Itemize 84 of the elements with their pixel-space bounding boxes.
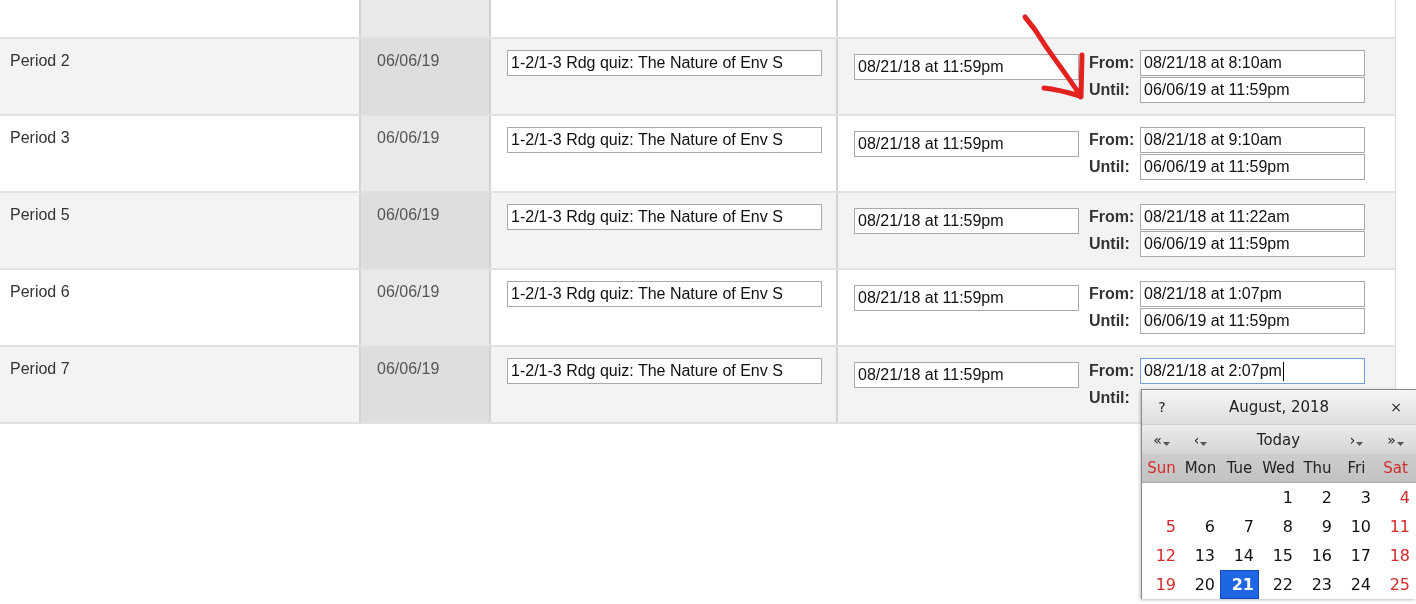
calendar-day[interactable]: 19 [1142,570,1181,599]
nav-button[interactable]: › [1349,430,1364,449]
weekday-label: Thu [1303,459,1332,477]
period-name: Period 2 [10,52,70,70]
date-cell: 06/06/19 [361,270,491,345]
calendar-day[interactable]: 9 [1298,512,1337,541]
date-field[interactable]: 08/21/18 at 8:10am [1140,50,1365,76]
calendar-day[interactable]: 20 [1181,570,1220,599]
weekday-label: Sat [1383,459,1408,477]
from-label: From: [1089,207,1136,227]
due-date-field[interactable]: 08/21/18 at 11:59pm [854,54,1079,80]
calendar-day[interactable]: 14 [1220,541,1259,570]
calendar-day[interactable]: 22 [1259,570,1298,599]
calendar-day[interactable]: 21 [1220,570,1259,599]
caret-down-icon [1162,441,1170,446]
due-date-field[interactable]: 08/21/18 at 11:59pm [854,285,1079,311]
date-field[interactable]: 08/21/18 at 2:07pm [1140,358,1365,384]
caret-down-icon [1356,441,1364,446]
due-date-field[interactable]: 08/21/18 at 11:59pm [854,208,1079,234]
weekday-label: Mon [1184,459,1217,477]
date-field[interactable]: 06/06/19 at 11:59pm [1140,231,1365,257]
date-field[interactable]: 06/06/19 at 11:59pm [1140,308,1365,334]
period-name: Period 5 [10,206,70,224]
calendar-day[interactable]: 6 [1181,512,1220,541]
date-field[interactable]: 08/21/18 at 1:07pm [1140,281,1365,307]
help-button[interactable]: ? [1158,399,1166,415]
close-button[interactable]: × [1390,399,1402,415]
period-name: Period 3 [10,129,70,147]
text-cursor-icon [1282,361,1284,381]
date-field[interactable]: 06/06/19 at 11:59pm [1140,77,1365,103]
date-field[interactable]: 08/21/18 at 9:10am [1140,127,1365,153]
calendar-day[interactable]: 11 [1376,512,1415,541]
until-label: Until: [1089,311,1131,331]
calendar-day[interactable]: 4 [1376,483,1415,512]
calendar-day[interactable]: 2 [1298,483,1337,512]
date-cell: 06/06/19 [361,347,491,422]
weekday-label: Fri [1347,459,1366,477]
nav-button[interactable]: » [1387,430,1404,449]
weekday-label: Tue [1226,459,1253,477]
until-label: Until: [1089,157,1131,177]
calendar-day[interactable]: 10 [1337,512,1376,541]
calendar-day[interactable]: 13 [1181,541,1220,570]
calendar-day[interactable]: 23 [1298,570,1337,599]
from-label: From: [1089,361,1136,381]
until-label: Until: [1089,80,1131,100]
calendar-day[interactable]: 5 [1142,512,1181,541]
calendar-day[interactable]: 12 [1142,541,1181,570]
calendar-day[interactable]: 15 [1259,541,1298,570]
title-field[interactable]: 1-2/1-3 Rdg quiz: The Nature of Env S [507,127,822,153]
caret-down-icon [1200,441,1208,446]
due-date-field[interactable]: 08/21/18 at 11:59pm [854,362,1079,388]
nav-button[interactable]: ‹ [1193,430,1208,449]
from-label: From: [1089,53,1136,73]
caret-down-icon [1396,441,1404,446]
calendar-day[interactable]: 1 [1259,483,1298,512]
until-label: Until: [1089,234,1131,254]
date-cell: 06/06/19 [361,116,491,191]
period-name: Period 6 [10,283,70,301]
calendar-day[interactable]: 7 [1220,512,1259,541]
due-date-field[interactable]: 08/21/18 at 11:59pm [854,131,1079,157]
calendar-day[interactable]: 17 [1337,541,1376,570]
date-field[interactable]: 08/21/18 at 11:22am [1140,204,1365,230]
period-name: Period 7 [10,360,70,378]
weekday-label: Sun [1147,459,1176,477]
calendar-day[interactable]: 18 [1376,541,1415,570]
calendar-day[interactable]: 3 [1337,483,1376,512]
date-cell: 06/06/19 [361,39,491,114]
date-field[interactable]: 06/06/19 at 11:59pm [1140,154,1365,180]
month-title: August, 2018 [1228,398,1330,416]
title-field[interactable]: 1-2/1-3 Rdg quiz: The Nature of Env S [507,204,822,230]
calendar-day[interactable]: 25 [1376,570,1415,599]
from-label: From: [1089,130,1136,150]
date-cell: 06/06/19 [361,193,491,268]
calendar-day[interactable]: 16 [1298,541,1337,570]
title-field[interactable]: 1-2/1-3 Rdg quiz: The Nature of Env S [507,358,822,384]
calendar-day[interactable]: 8 [1259,512,1298,541]
today-button[interactable]: Today [1256,430,1301,449]
weekday-label: Wed [1262,459,1295,477]
calendar-day[interactable]: 24 [1337,570,1376,599]
title-field[interactable]: 1-2/1-3 Rdg quiz: The Nature of Env S [507,50,822,76]
from-label: From: [1089,284,1136,304]
nav-button[interactable]: « [1153,430,1170,449]
until-label: Until: [1089,388,1131,408]
title-field[interactable]: 1-2/1-3 Rdg quiz: The Nature of Env S [507,281,822,307]
